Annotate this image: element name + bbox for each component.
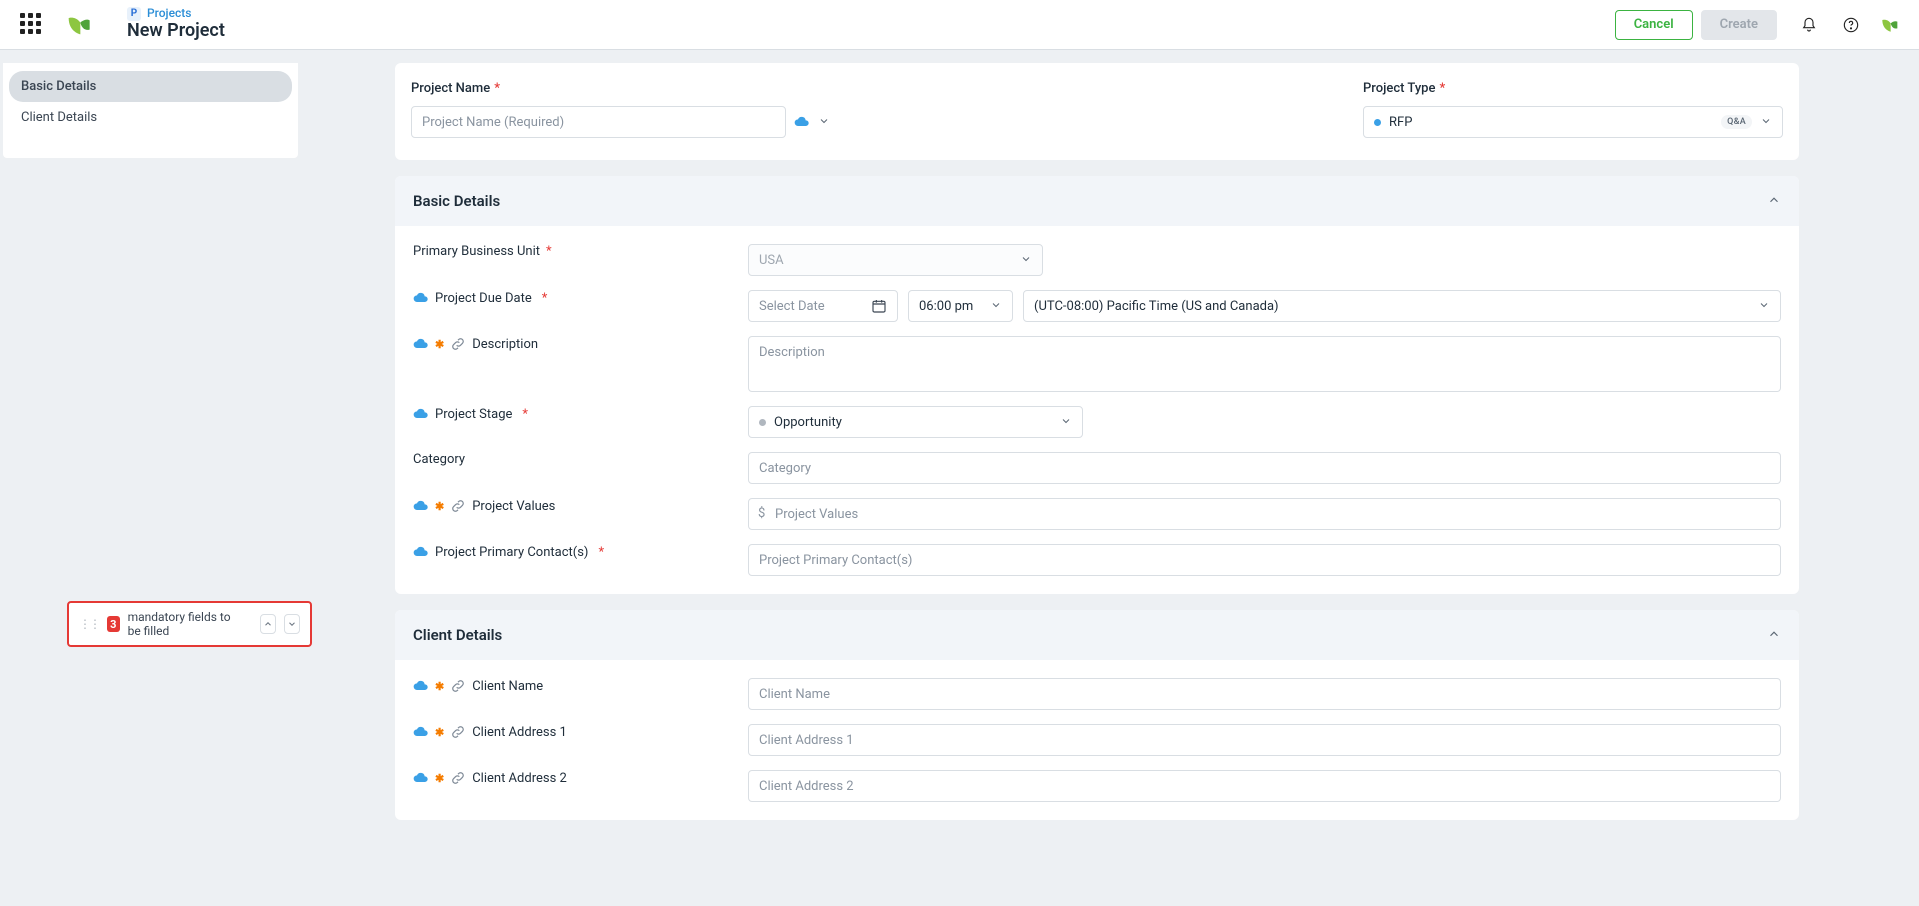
section-nav: Basic Details Client Details <box>3 63 298 158</box>
nav-basic-details[interactable]: Basic Details <box>9 71 292 102</box>
project-header-card: Project Name* Project Type* RFP <box>395 63 1799 160</box>
cloud-icon[interactable] <box>794 114 810 130</box>
main-content: Project Name* Project Type* RFP <box>395 63 1799 906</box>
mandatory-next-button[interactable] <box>284 614 300 634</box>
status-dot-icon <box>759 419 766 426</box>
cancel-button[interactable]: Cancel <box>1615 10 1693 40</box>
hubspot-icon: ✱ <box>435 338 444 351</box>
timezone-select[interactable]: (UTC-08:00) Pacific Time (US and Canada) <box>1023 290 1781 322</box>
mandatory-text: mandatory fields to be filled <box>128 610 244 638</box>
apps-grid-icon[interactable] <box>20 13 44 37</box>
collapse-icon[interactable] <box>1767 193 1781 210</box>
primary-bu-label: Primary Business Unit* <box>413 244 748 259</box>
client-name-input[interactable] <box>748 678 1781 710</box>
app-logo-icon[interactable] <box>64 11 92 39</box>
client-address-1-label: ✱ Client Address 1 <box>413 724 748 740</box>
cloud-icon <box>413 724 429 740</box>
cloud-icon <box>413 406 429 422</box>
drag-handle-icon[interactable]: ⋮⋮ <box>79 617 99 631</box>
client-address-1-input[interactable] <box>748 724 1781 756</box>
project-type-select[interactable]: RFP Q&A <box>1363 106 1783 138</box>
primary-bu-select[interactable]: USA <box>748 244 1043 276</box>
qa-badge: Q&A <box>1721 115 1752 129</box>
nav-client-details[interactable]: Client Details <box>9 102 292 133</box>
client-details-header[interactable]: Client Details <box>395 610 1799 660</box>
required-asterisk: * <box>522 407 528 422</box>
primary-bu-value: USA <box>759 253 784 268</box>
category-input[interactable] <box>748 452 1781 484</box>
project-stage-select[interactable]: Opportunity <box>748 406 1083 438</box>
project-name-label: Project Name* <box>411 81 1110 96</box>
project-due-date-label: Project Due Date* <box>413 290 748 306</box>
basic-details-section: Basic Details Primary Business Unit* USA <box>395 176 1799 594</box>
section-title: Basic Details <box>413 192 500 210</box>
project-values-label: ✱ Project Values <box>413 498 748 514</box>
chevron-down-icon <box>1060 415 1072 430</box>
chevron-down-icon <box>1020 253 1032 268</box>
required-asterisk: * <box>494 81 500 96</box>
due-time-select[interactable]: 06:00 pm <box>908 290 1013 322</box>
description-textarea[interactable] <box>748 336 1781 392</box>
project-type-value: RFP <box>1389 115 1412 130</box>
cloud-icon <box>413 544 429 560</box>
chevron-down-icon[interactable] <box>818 115 830 130</box>
status-dot-icon <box>1374 119 1381 126</box>
project-primary-contacts-label: Project Primary Contact(s)* <box>413 544 748 560</box>
project-stage-value: Opportunity <box>774 415 842 430</box>
required-asterisk: * <box>542 291 548 306</box>
required-asterisk: * <box>1439 81 1445 96</box>
help-icon[interactable] <box>1841 15 1861 35</box>
breadcrumb-projects-link[interactable]: P Projects <box>127 7 225 21</box>
client-address-2-label: ✱ Client Address 2 <box>413 770 748 786</box>
notifications-icon[interactable] <box>1799 15 1819 35</box>
hubspot-icon: ✱ <box>435 726 444 739</box>
timezone-value: (UTC-08:00) Pacific Time (US and Canada) <box>1034 299 1279 314</box>
cloud-icon <box>413 678 429 694</box>
link-icon <box>450 498 466 514</box>
project-values-input[interactable] <box>748 498 1781 530</box>
hubspot-icon: ✱ <box>435 500 444 513</box>
project-type-label: Project Type* <box>1363 81 1783 96</box>
mandatory-prev-button[interactable] <box>260 614 276 634</box>
app-header: P Projects New Project Cancel Create <box>0 0 1919 50</box>
link-icon <box>450 678 466 694</box>
project-stage-label: Project Stage* <box>413 406 748 422</box>
app-mini-logo-icon[interactable] <box>1879 15 1899 35</box>
chevron-down-icon <box>1760 115 1772 130</box>
client-details-section: Client Details ✱ Client Name <box>395 610 1799 820</box>
projects-icon: P <box>127 7 141 21</box>
due-time-value: 06:00 pm <box>919 299 973 314</box>
project-name-input[interactable] <box>411 106 786 138</box>
cloud-icon <box>413 498 429 514</box>
create-button: Create <box>1701 10 1777 40</box>
calendar-icon <box>871 298 887 314</box>
due-date-placeholder: Select Date <box>759 299 825 314</box>
chevron-down-icon <box>1758 299 1770 314</box>
mandatory-fields-widget: ⋮⋮ 3 mandatory fields to be filled <box>67 601 312 647</box>
description-label: ✱ Description <box>413 336 748 352</box>
required-asterisk: * <box>598 545 604 560</box>
cloud-icon <box>413 336 429 352</box>
cloud-icon <box>413 290 429 306</box>
breadcrumb-label: Projects <box>147 7 191 21</box>
collapse-icon[interactable] <box>1767 627 1781 644</box>
link-icon <box>450 770 466 786</box>
basic-details-header[interactable]: Basic Details <box>395 176 1799 226</box>
dollar-icon: $ <box>758 506 765 521</box>
required-asterisk: * <box>546 244 552 259</box>
due-date-input[interactable]: Select Date <box>748 290 898 322</box>
category-label: Category <box>413 452 748 467</box>
link-icon <box>450 724 466 740</box>
chevron-down-icon <box>990 299 1002 314</box>
hubspot-icon: ✱ <box>435 680 444 693</box>
link-icon <box>450 336 466 352</box>
page-title: New Project <box>127 21 225 42</box>
section-title: Client Details <box>413 626 502 644</box>
project-primary-contacts-input[interactable] <box>748 544 1781 576</box>
client-name-label: ✱ Client Name <box>413 678 748 694</box>
cloud-icon <box>413 770 429 786</box>
hubspot-icon: ✱ <box>435 772 444 785</box>
mandatory-count-badge: 3 <box>107 616 120 632</box>
client-address-2-input[interactable] <box>748 770 1781 802</box>
